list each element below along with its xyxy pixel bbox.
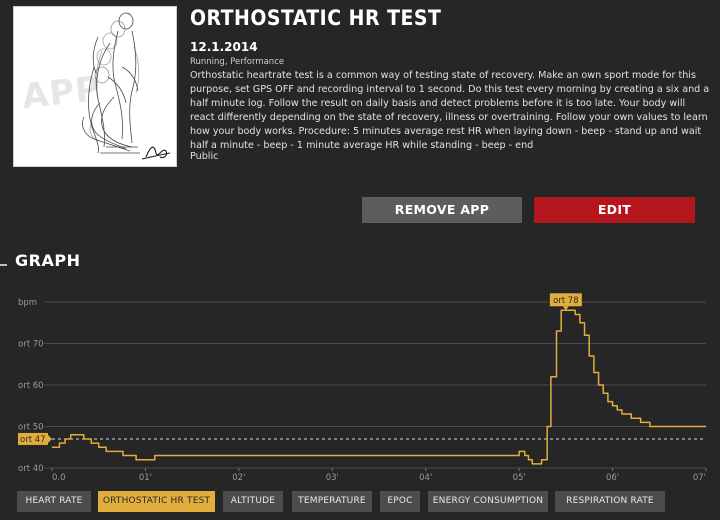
x-tick-label: 01' xyxy=(139,473,152,483)
app-thumbnail: APP xyxy=(13,6,177,167)
x-tick-label: 03' xyxy=(326,473,339,483)
section-divider xyxy=(0,264,7,266)
app-description: Orthostatic heartrate test is a common w… xyxy=(190,70,710,151)
tab-energy-consumption[interactable]: ENERGY CONSUMPTION xyxy=(428,491,548,512)
app-date: 12.1.2014 xyxy=(190,40,258,54)
remove-app-button[interactable]: REMOVE APP xyxy=(362,197,522,223)
tab-altitude[interactable]: ALTITUDE xyxy=(223,491,283,512)
y-tick-label: ort 70 xyxy=(18,340,44,350)
graph-container: ort 40 ort 50 ort 60 ort 70 bpm 0.0 01' 02' 03' 0… xyxy=(0,288,720,484)
edit-button[interactable]: EDIT xyxy=(534,197,695,223)
y-tick-label: bpm xyxy=(18,298,37,308)
graph-section-title: GRAPH xyxy=(15,251,81,270)
sketch-figure-image xyxy=(82,12,171,160)
tab-epoc[interactable]: EPOC xyxy=(380,491,420,512)
average-label-pointer xyxy=(48,434,52,443)
tab-temperature[interactable]: TEMPERATURE xyxy=(292,491,372,512)
x-tick-label: 05' xyxy=(513,473,526,483)
y-tick-label: ort 40 xyxy=(18,464,44,474)
app-title: ORTHOSTATIC HR TEST xyxy=(190,6,442,30)
tab-heart-rate[interactable]: HEART RATE xyxy=(17,491,91,512)
app-visibility: Public xyxy=(190,151,219,162)
y-tick-label: ort 50 xyxy=(18,423,44,433)
y-tick-label: ort 60 xyxy=(18,381,44,391)
x-tick-label: 06' xyxy=(606,473,619,483)
average-label: ort 47 xyxy=(20,435,46,445)
hr-series-line xyxy=(52,309,706,465)
tab-orthostatic-hr-test[interactable]: ORTHOSTATIC HR TEST xyxy=(98,491,215,512)
peak-label: ort 78 xyxy=(553,296,579,306)
x-tick-label: 07' xyxy=(693,473,706,483)
hr-chart: ort 40 ort 50 ort 60 ort 70 bpm 0.0 01' 02' 03' 0… xyxy=(18,293,707,483)
x-tick-label: 0.0 xyxy=(52,473,66,483)
app-categories: Running, Performance xyxy=(190,57,285,67)
x-tick-label: 02' xyxy=(232,473,245,483)
x-tick-label: 04' xyxy=(419,473,432,483)
tab-respiration-rate[interactable]: RESPIRATION RATE xyxy=(555,491,665,512)
